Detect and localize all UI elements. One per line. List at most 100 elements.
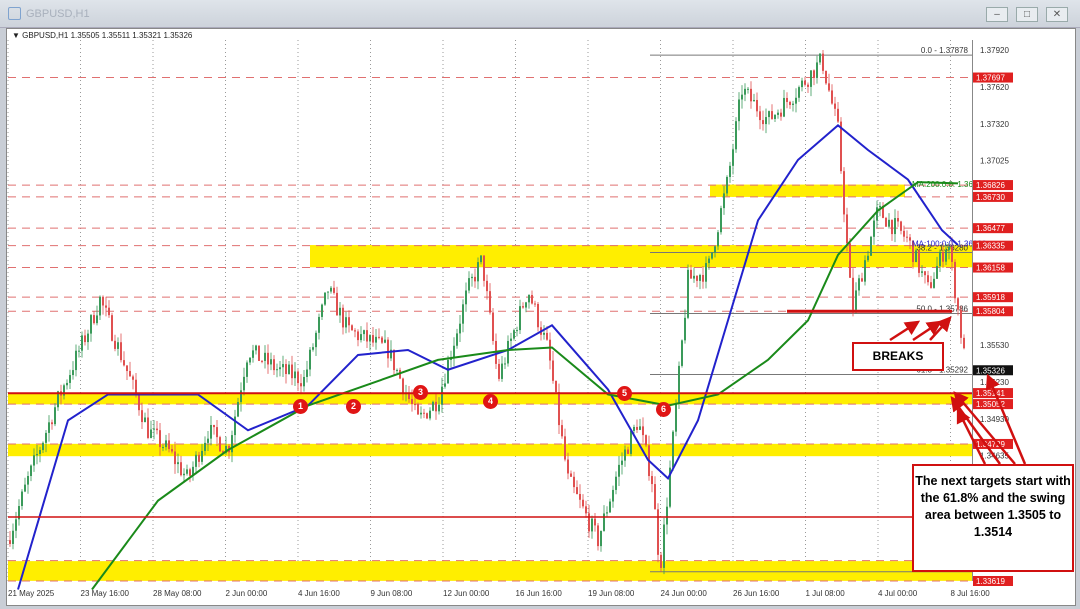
- candle-body: [207, 439, 209, 443]
- candle-body: [150, 430, 152, 438]
- candle-body: [645, 435, 647, 445]
- candle-body: [27, 476, 29, 485]
- candle-body: [507, 341, 509, 364]
- candle-body: [672, 432, 674, 468]
- candle-body: [273, 359, 275, 370]
- y-tick-label: 1.35530: [980, 341, 1009, 350]
- candle-body: [723, 193, 725, 208]
- candle-body: [243, 377, 245, 390]
- x-tick-label: 1 Jul 08:00: [806, 589, 846, 598]
- candle-body: [480, 256, 482, 263]
- candle-body: [735, 121, 737, 149]
- candle-body: [153, 429, 155, 430]
- candle-body: [123, 360, 125, 365]
- candle-body: [54, 407, 56, 424]
- candle-body: [960, 310, 962, 338]
- candle-body: [906, 237, 908, 238]
- candle-body: [201, 451, 203, 462]
- candle-body: [939, 252, 941, 266]
- annotation-arrow: [890, 322, 918, 340]
- candle-body: [786, 98, 788, 102]
- candle-body: [624, 450, 626, 461]
- candle-body: [666, 507, 668, 525]
- candle-body: [24, 485, 26, 492]
- candle-body: [816, 62, 818, 77]
- candle-body: [459, 324, 461, 334]
- candle-body: [870, 237, 872, 256]
- candle-body: [360, 334, 362, 340]
- candle-body: [384, 340, 386, 343]
- candle-body: [474, 277, 476, 281]
- support-resistance-zone: [8, 444, 972, 456]
- candle-body: [804, 81, 806, 85]
- candle-body: [87, 334, 89, 342]
- candle-body: [903, 231, 905, 237]
- candle-body: [705, 263, 707, 282]
- candle-body: [780, 113, 782, 117]
- candle-body: [156, 429, 158, 431]
- candle-body: [891, 220, 893, 234]
- candle-body: [414, 404, 416, 405]
- price-label: 1.36158: [976, 264, 1005, 273]
- candle-body: [918, 250, 920, 273]
- candle-body: [537, 304, 539, 327]
- candle-body: [930, 282, 932, 288]
- candle-body: [279, 367, 281, 369]
- candle-body: [180, 462, 182, 475]
- candle-body: [162, 447, 164, 448]
- candle-body: [81, 335, 83, 350]
- ohlc-values: 1.35505 1.35511 1.35321 1.35326: [71, 31, 193, 40]
- candle-body: [684, 318, 686, 341]
- x-tick-label: 19 Jun 08:00: [588, 589, 635, 598]
- candle-body: [276, 369, 278, 370]
- price-label: 1.35918: [976, 293, 1005, 302]
- candle-body: [852, 278, 854, 310]
- candle-body: [252, 350, 254, 357]
- candle-body: [651, 476, 653, 484]
- candle-body: [297, 372, 299, 384]
- candle-body: [174, 451, 176, 464]
- x-tick-label: 9 Jun 08:00: [371, 589, 413, 598]
- x-tick-label: 23 May 16:00: [81, 589, 130, 598]
- x-tick-label: 2 Jun 00:00: [226, 589, 268, 598]
- candle-body: [462, 304, 464, 323]
- y-tick-label: 1.37920: [980, 46, 1009, 55]
- candle-body: [285, 364, 287, 374]
- candle-body: [501, 364, 503, 379]
- candle-body: [486, 281, 488, 291]
- candle-body: [564, 436, 566, 459]
- candle-body: [129, 371, 131, 376]
- candle-body: [237, 402, 239, 416]
- candle-body: [219, 437, 221, 451]
- candle-body: [75, 351, 77, 370]
- candle-body: [654, 484, 656, 509]
- candle-body: [618, 465, 620, 477]
- candle-body: [186, 469, 188, 473]
- candle-body: [690, 270, 692, 279]
- candle-body: [396, 370, 398, 371]
- candle-body: [585, 506, 587, 513]
- candle-body: [900, 221, 902, 230]
- candle-body: [855, 290, 857, 309]
- candle-body: [330, 288, 332, 292]
- candle-body: [183, 474, 185, 475]
- candle-body: [810, 70, 812, 87]
- candle-body: [426, 413, 428, 418]
- candle-body: [210, 425, 212, 439]
- candle-body: [96, 315, 98, 323]
- candle-body: [843, 171, 845, 214]
- candle-body: [951, 247, 953, 262]
- candle-body: [504, 363, 506, 364]
- candle-body: [165, 440, 167, 447]
- candle-body: [492, 313, 494, 341]
- candle-body: [612, 490, 614, 502]
- candle-body: [678, 366, 680, 404]
- candle-body: [792, 104, 794, 105]
- candle-body: [588, 513, 590, 531]
- symbol-info: ▼ GBPUSD,H1 1.35505 1.35511 1.35321 1.35…: [12, 31, 192, 40]
- x-tick-label: 26 Jun 16:00: [733, 589, 780, 598]
- candle-body: [351, 325, 353, 330]
- candle-body: [543, 333, 545, 335]
- candle-body: [873, 221, 875, 237]
- candle-body: [576, 487, 578, 494]
